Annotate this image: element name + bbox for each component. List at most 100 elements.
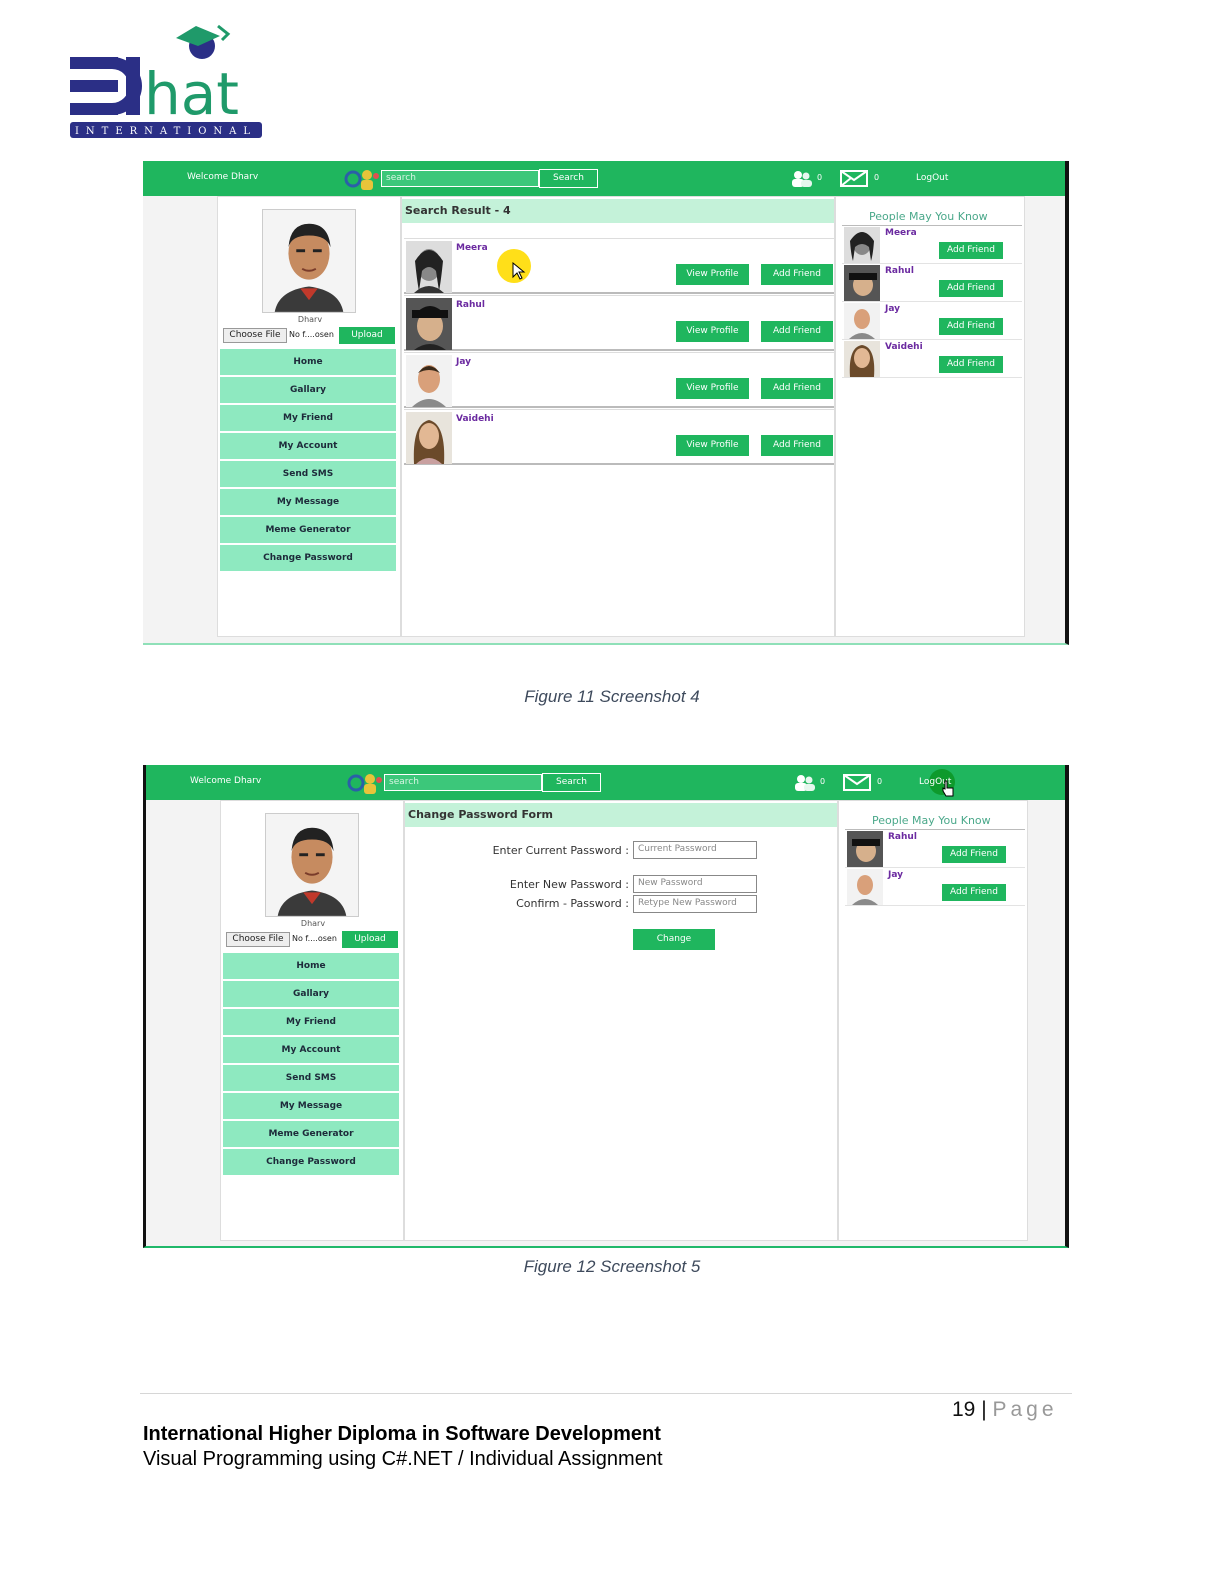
confirm-password-input[interactable]: Retype New Password xyxy=(633,895,757,913)
figure-caption: Figure 12 Screenshot 5 xyxy=(523,1257,701,1276)
friend-requests-icon[interactable] xyxy=(791,170,813,187)
people-logo-icon xyxy=(347,774,382,794)
view-profile-button[interactable]: View Profile xyxy=(676,435,749,456)
add-friend-button[interactable]: Add Friend xyxy=(939,242,1003,259)
result-photo xyxy=(406,355,452,407)
suggestion-photo xyxy=(844,303,880,339)
logout-link[interactable]: LogOut xyxy=(916,173,948,183)
result-name[interactable]: Rahul xyxy=(456,300,485,310)
suggestion-item: Rahul Add Friend xyxy=(842,264,1022,302)
suggestion-name[interactable]: Rahul xyxy=(885,266,914,276)
menu-meme-generator[interactable]: Meme Generator xyxy=(223,1121,399,1147)
upload-button[interactable]: Upload xyxy=(339,327,395,344)
add-friend-button[interactable]: Add Friend xyxy=(761,378,833,399)
suggestion-photo xyxy=(844,265,880,301)
suggestion-name[interactable]: Vaidehi xyxy=(885,342,923,352)
add-friend-button[interactable]: Add Friend xyxy=(761,435,833,456)
page-word: Page xyxy=(992,1398,1058,1421)
menu-home[interactable]: Home xyxy=(220,349,396,375)
profile-avatar xyxy=(262,209,356,313)
upload-button[interactable]: Upload xyxy=(342,931,398,948)
view-profile-button[interactable]: View Profile xyxy=(676,378,749,399)
menu-my-account[interactable]: My Account xyxy=(220,433,396,459)
add-friend-button[interactable]: Add Friend xyxy=(939,318,1003,335)
edhat-logo-graphic: hat INTERNATIONAL xyxy=(70,24,262,138)
change-password-heading: Change Password Form xyxy=(405,803,837,827)
main-content: Change Password Form Enter Current Passw… xyxy=(404,800,838,1241)
confirm-password-label: Confirm - Password : xyxy=(516,897,629,910)
people-you-may-know-panel: People May You Know Rahul Add Friend Jay… xyxy=(838,800,1028,1241)
screenshot-search-result: Welcome Dharv search Search 0 0 LogOut D… xyxy=(143,161,1069,645)
message-count: 0 xyxy=(877,777,883,786)
add-friend-button[interactable]: Add Friend xyxy=(761,321,833,342)
mail-icon[interactable] xyxy=(840,170,868,187)
people-panel-title: People May You Know xyxy=(872,814,991,827)
current-password-input[interactable]: Current Password xyxy=(633,841,757,859)
left-sidebar: Dharv Choose File No f....osen Upload Ho… xyxy=(217,196,401,637)
add-friend-button[interactable]: Add Friend xyxy=(942,884,1006,901)
suggestion-item: Meera Add Friend xyxy=(842,226,1022,264)
new-password-input[interactable]: New Password xyxy=(633,875,757,893)
suggestion-name[interactable]: Jay xyxy=(885,304,900,314)
result-row: Jay View Profile Add Friend xyxy=(404,352,834,408)
menu-change-password[interactable]: Change Password xyxy=(220,545,396,571)
menu-my-account[interactable]: My Account xyxy=(223,1037,399,1063)
main-content: Search Result - 4 Meera View Profile Add… xyxy=(401,196,835,637)
search-input[interactable]: search xyxy=(381,170,539,187)
suggestion-name[interactable]: Jay xyxy=(888,870,903,880)
add-friend-button[interactable]: Add Friend xyxy=(939,356,1003,373)
suggestion-item: Rahul Add Friend xyxy=(845,830,1025,868)
menu-my-friend[interactable]: My Friend xyxy=(223,1009,399,1035)
search-button[interactable]: Search xyxy=(539,169,598,188)
menu-my-message[interactable]: My Message xyxy=(223,1093,399,1119)
result-name[interactable]: Jay xyxy=(456,357,471,367)
menu-send-sms[interactable]: Send SMS xyxy=(220,461,396,487)
result-row: Rahul View Profile Add Friend xyxy=(404,295,834,351)
suggestion-photo xyxy=(844,227,880,263)
choose-file-button[interactable]: Choose File xyxy=(223,328,287,343)
menu-meme-generator[interactable]: Meme Generator xyxy=(220,517,396,543)
message-count: 0 xyxy=(874,173,880,182)
top-bar: Welcome Dharv search Search 0 0 LogOut xyxy=(143,161,1065,196)
suggestion-name[interactable]: Rahul xyxy=(888,832,917,842)
change-button[interactable]: Change xyxy=(633,929,715,950)
people-logo-icon xyxy=(344,170,379,190)
view-profile-button[interactable]: View Profile xyxy=(676,264,749,285)
result-name[interactable]: Vaidehi xyxy=(456,414,494,424)
suggestion-photo xyxy=(844,341,880,377)
suggestion-item: Jay Add Friend xyxy=(845,868,1025,906)
footer-divider xyxy=(140,1393,1072,1394)
suggestion-photo xyxy=(847,831,883,867)
hand-pointer-icon xyxy=(942,780,954,797)
figure-caption: Figure 11 Screenshot 4 xyxy=(524,687,700,706)
search-input[interactable]: search xyxy=(384,774,542,791)
add-friend-button[interactable]: Add Friend xyxy=(942,846,1006,863)
people-panel-title: People May You Know xyxy=(869,210,988,223)
suggestion-name[interactable]: Meera xyxy=(885,228,917,238)
current-password-label: Enter Current Password : xyxy=(492,844,629,857)
menu-gallary[interactable]: Gallary xyxy=(223,981,399,1007)
result-name[interactable]: Meera xyxy=(456,243,488,253)
profile-name: Dharv xyxy=(297,315,323,324)
menu-home[interactable]: Home xyxy=(223,953,399,979)
choose-file-button[interactable]: Choose File xyxy=(226,932,290,947)
add-friend-button[interactable]: Add Friend xyxy=(939,280,1003,297)
page-number: 19 | Page xyxy=(952,1398,1058,1422)
menu-my-message[interactable]: My Message xyxy=(220,489,396,515)
svg-text:hat: hat xyxy=(144,60,239,128)
menu-gallary[interactable]: Gallary xyxy=(220,377,396,403)
menu-send-sms[interactable]: Send SMS xyxy=(223,1065,399,1091)
view-profile-button[interactable]: View Profile xyxy=(676,321,749,342)
new-password-label: Enter New Password : xyxy=(509,878,629,891)
page-number-separator: | xyxy=(975,1398,993,1421)
file-status: No f....osen xyxy=(292,934,337,943)
mail-icon[interactable] xyxy=(843,774,871,791)
result-photo xyxy=(406,298,452,350)
menu-change-password[interactable]: Change Password xyxy=(223,1149,399,1175)
search-result-heading: Search Result - 4 xyxy=(402,199,834,223)
add-friend-button[interactable]: Add Friend xyxy=(761,264,833,285)
friend-requests-icon[interactable] xyxy=(794,774,816,791)
search-button[interactable]: Search xyxy=(542,773,601,792)
menu-my-friend[interactable]: My Friend xyxy=(220,405,396,431)
side-menu: Home Gallary My Friend My Account Send S… xyxy=(220,349,396,573)
